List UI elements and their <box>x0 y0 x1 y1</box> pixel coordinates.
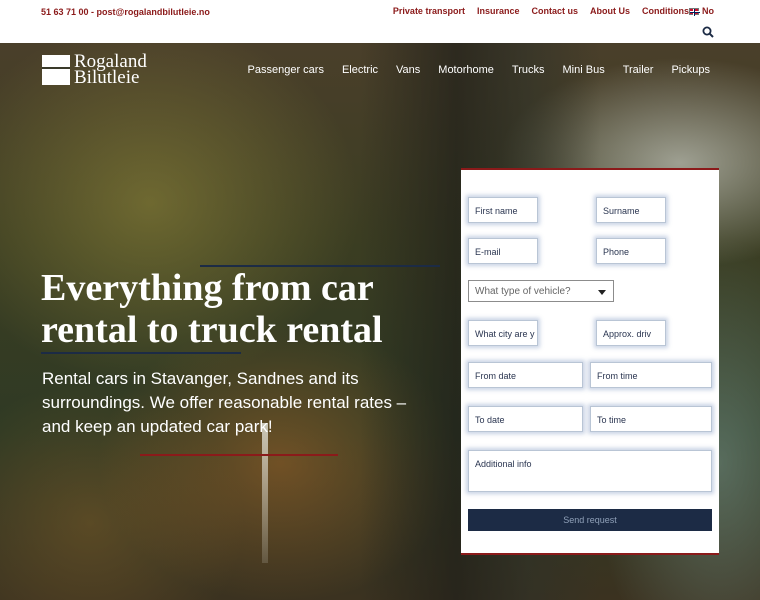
top-link-conditions[interactable]: Conditions <box>642 6 689 16</box>
chevron-down-icon <box>598 290 606 295</box>
hero-section: Rogaland Bilutleie Passenger cars Electr… <box>0 43 760 600</box>
top-link-insurance[interactable]: Insurance <box>477 6 520 16</box>
top-link-about[interactable]: About Us <box>590 6 630 16</box>
nav-passenger-cars[interactable]: Passenger cars <box>248 64 324 76</box>
approx-driving-field[interactable]: Approx. driv <box>596 320 666 346</box>
logo-mark-icon <box>42 55 70 85</box>
language-switch[interactable]: No <box>689 6 714 16</box>
main-nav: Passenger cars Electric Vans Motorhome T… <box>230 64 710 76</box>
top-bar: 51 63 71 00 - post@rogalandbilutleie.no … <box>0 0 760 43</box>
additional-info-field[interactable]: Additional info <box>468 450 712 492</box>
site-logo[interactable]: Rogaland Bilutleie <box>42 52 147 88</box>
email-field[interactable]: E-mail <box>468 238 538 264</box>
logo-line-2: Bilutleie <box>74 67 140 88</box>
from-time-field[interactable]: From time <box>590 362 712 388</box>
waterfall <box>262 423 268 563</box>
lead-rule <box>140 454 338 456</box>
nav-motorhome[interactable]: Motorhome <box>438 64 494 76</box>
surname-field[interactable]: Surname <box>596 197 666 223</box>
hero-lead: Rental cars in Stavanger, Sandnes and it… <box>42 369 407 436</box>
top-nav: Private transport Insurance Contact us A… <box>381 6 689 16</box>
request-form: First name Surname E-mail Phone What typ… <box>461 168 719 555</box>
nav-mini-bus[interactable]: Mini Bus <box>563 64 605 76</box>
vehicle-type-value: What type of vehicle? <box>475 286 571 297</box>
nav-trucks[interactable]: Trucks <box>512 64 545 76</box>
send-request-button[interactable]: Send request <box>468 509 712 531</box>
contact-info[interactable]: 51 63 71 00 - post@rogalandbilutleie.no <box>41 7 210 17</box>
language-label: No <box>702 6 714 16</box>
search-icon[interactable] <box>702 26 714 38</box>
to-date-field[interactable]: To date <box>468 406 583 432</box>
city-field[interactable]: What city are y <box>468 320 538 346</box>
nav-vans[interactable]: Vans <box>396 64 420 76</box>
to-time-field[interactable]: To time <box>590 406 712 432</box>
vehicle-type-select[interactable]: What type of vehicle? <box>468 280 614 302</box>
nav-trailer[interactable]: Trailer <box>623 64 654 76</box>
nav-electric[interactable]: Electric <box>342 64 378 76</box>
top-link-contact[interactable]: Contact us <box>531 6 578 16</box>
first-name-field[interactable]: First name <box>468 197 538 223</box>
nav-pickups[interactable]: Pickups <box>671 64 710 76</box>
phone-field[interactable]: Phone <box>596 238 666 264</box>
from-date-field[interactable]: From date <box>468 362 583 388</box>
hero-headline: Everything from car rental to truck rent… <box>41 267 383 351</box>
norway-flag-icon <box>689 7 700 16</box>
headline-rule-bottom <box>41 352 241 354</box>
top-link-private-transport[interactable]: Private transport <box>393 6 465 16</box>
